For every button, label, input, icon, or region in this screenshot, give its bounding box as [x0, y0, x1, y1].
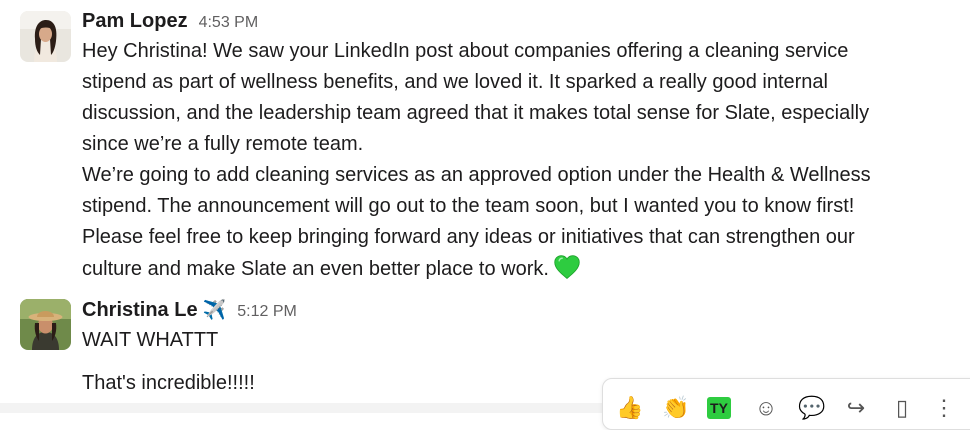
- message-line: Hey Christina! We saw your LinkedIn post…: [82, 40, 849, 62]
- avatar-christina-le[interactable]: [20, 299, 71, 350]
- author-name[interactable]: Pam Lopez: [82, 10, 188, 33]
- author-name[interactable]: Christina Le: [82, 299, 198, 322]
- avatar-photo-icon: [20, 299, 71, 350]
- message-header: Christina Le ✈️ 5:12 PM: [82, 298, 297, 322]
- green-heart-icon: [554, 255, 580, 279]
- message-line: stipend as part of wellness benefits, an…: [82, 71, 828, 93]
- save-for-later-icon[interactable]: ▯: [887, 393, 917, 423]
- avatar-photo-icon: [20, 11, 71, 62]
- add-reaction-icon[interactable]: ☺: [751, 393, 781, 423]
- message-line: We’re going to add cleaning services as …: [82, 164, 871, 186]
- message-line: discussion, and the leadership team agre…: [82, 102, 870, 124]
- message-line: That's incredible!!!!!: [82, 372, 255, 394]
- share-message-icon[interactable]: ↪: [841, 393, 871, 423]
- message-line: WAIT WHATTT: [82, 329, 219, 351]
- clap-icon[interactable]: 👏: [661, 393, 691, 423]
- message-line: stipend. The announcement will go out to…: [82, 195, 855, 217]
- message-line: Please feel free to keep bringing forwar…: [82, 226, 855, 248]
- message-header: Pam Lopez 4:53 PM: [82, 10, 258, 33]
- message-line-text: culture and make Slate an even better pl…: [82, 258, 549, 280]
- composer-edge: [0, 403, 602, 413]
- more-actions-icon[interactable]: ⋮: [929, 393, 959, 423]
- thumbs-up-icon[interactable]: 👍: [615, 393, 645, 423]
- reply-in-thread-icon[interactable]: 💬: [797, 393, 827, 423]
- avatar-pam-lopez[interactable]: [20, 11, 71, 62]
- message-line: since we’re a fully remote team.: [82, 133, 364, 155]
- message-line-last: culture and make Slate an even better pl…: [82, 253, 581, 285]
- ty-emoji-icon[interactable]: TY: [707, 397, 731, 419]
- status-emoji-airplane-icon[interactable]: ✈️: [203, 298, 227, 322]
- message-actions-toolbar: 👍 👏 TY ☺ 💬 ↪ ▯ ⋮: [602, 378, 970, 430]
- timestamp[interactable]: 5:12 PM: [237, 303, 297, 321]
- timestamp[interactable]: 4:53 PM: [199, 14, 259, 32]
